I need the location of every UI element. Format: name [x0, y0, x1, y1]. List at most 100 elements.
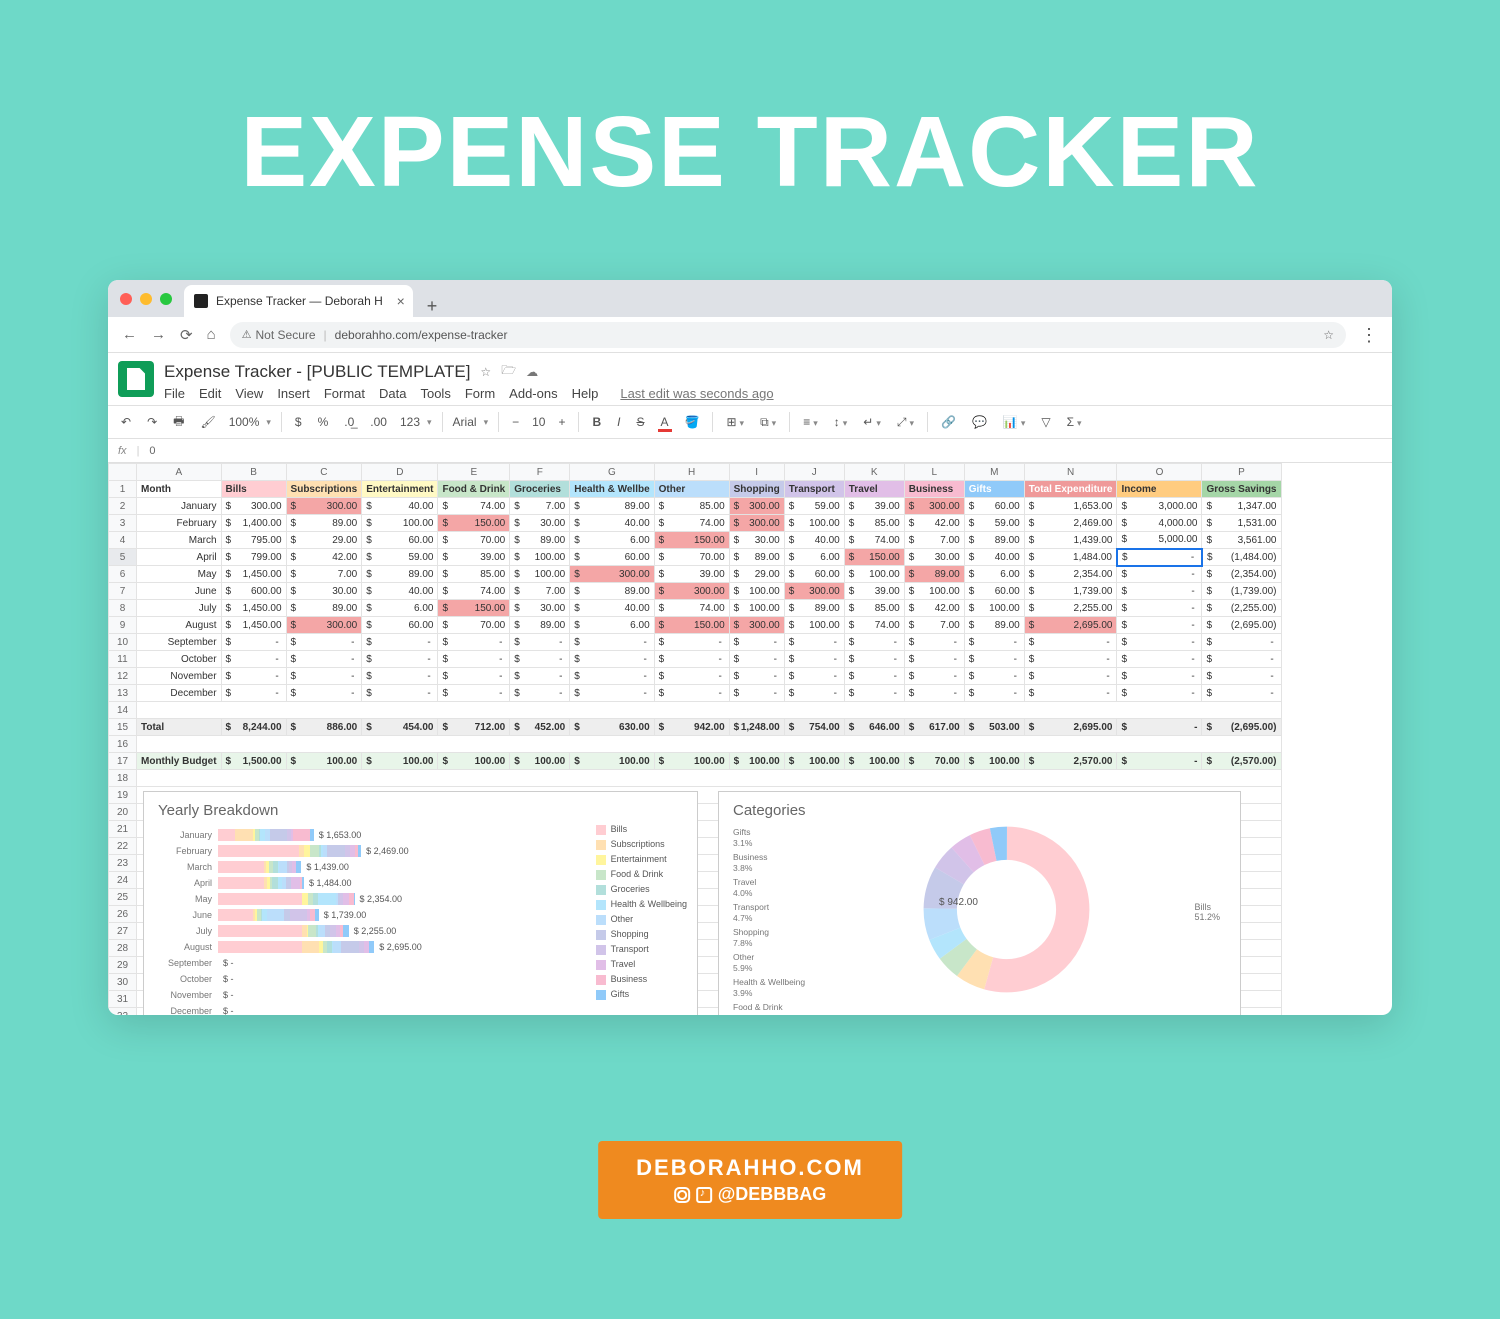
data-cell[interactable]: $ - [221, 685, 286, 702]
row-header[interactable]: 2 [109, 498, 137, 515]
data-cell[interactable]: $30.00 [904, 549, 964, 566]
data-cell[interactable]: $1,450.00 [221, 566, 286, 583]
data-cell[interactable]: $100.00 [510, 566, 570, 583]
font-size-value[interactable]: 10 [532, 415, 545, 429]
header-cell[interactable]: Shopping [729, 481, 784, 498]
yearly-breakdown-chart[interactable]: Yearly Breakdown January$ 1,653.00Februa… [143, 791, 698, 1015]
functions-icon[interactable]: Σ [1064, 413, 1085, 431]
header-cell[interactable]: Gifts [964, 481, 1024, 498]
data-cell[interactable]: $ - [844, 651, 904, 668]
header-cell[interactable]: Travel [844, 481, 904, 498]
month-cell[interactable]: January [137, 498, 222, 515]
formula-value[interactable]: 0 [149, 445, 155, 457]
data-cell[interactable]: $ - [362, 668, 438, 685]
data-cell[interactable]: $ - [510, 668, 570, 685]
data-cell[interactable]: $ - [964, 668, 1024, 685]
col-header[interactable]: K [844, 464, 904, 481]
row-header[interactable]: 6 [109, 566, 137, 583]
data-cell[interactable]: $ - [844, 685, 904, 702]
data-cell[interactable]: $ - [844, 634, 904, 651]
percent-format-button[interactable]: % [315, 413, 332, 431]
data-cell[interactable]: $ - [654, 668, 729, 685]
data-cell[interactable]: $ - [438, 668, 510, 685]
data-cell[interactable]: $ - [286, 634, 362, 651]
col-header[interactable]: C [286, 464, 362, 481]
data-cell[interactable]: $5,000.00 [1117, 532, 1202, 549]
budget-cell[interactable]: $100.00 [362, 753, 438, 770]
col-header[interactable]: N [1024, 464, 1117, 481]
budget-cell[interactable]: $2,570.00 [1024, 753, 1117, 770]
strike-icon[interactable]: S [634, 413, 648, 431]
data-cell[interactable]: $85.00 [844, 515, 904, 532]
data-cell[interactable]: $ - [654, 685, 729, 702]
menu-format[interactable]: Format [324, 386, 365, 401]
budget-cell[interactable]: $1,500.00 [221, 753, 286, 770]
menu-insert[interactable]: Insert [277, 386, 310, 401]
data-cell[interactable]: $100.00 [784, 515, 844, 532]
data-cell[interactable]: $ - [729, 668, 784, 685]
data-cell[interactable]: $39.00 [844, 498, 904, 515]
data-cell[interactable]: $74.00 [844, 532, 904, 549]
data-cell[interactable]: $ - [1117, 549, 1202, 566]
increase-decimal-icon[interactable]: .00 [367, 413, 390, 431]
header-cell[interactable]: Other [654, 481, 729, 498]
data-cell[interactable]: $40.00 [964, 549, 1024, 566]
header-cell[interactable]: Health & Wellbe [570, 481, 654, 498]
data-cell[interactable]: $89.00 [570, 498, 654, 515]
row-header[interactable]: 11 [109, 651, 137, 668]
data-cell[interactable]: $ - [1117, 668, 1202, 685]
data-cell[interactable]: $ - [654, 634, 729, 651]
data-cell[interactable]: $7.00 [904, 617, 964, 634]
budget-cell[interactable]: $100.00 [964, 753, 1024, 770]
data-cell[interactable]: $29.00 [729, 566, 784, 583]
data-cell[interactable]: $ - [729, 634, 784, 651]
data-cell[interactable]: $ - [904, 685, 964, 702]
month-cell[interactable]: August [137, 617, 222, 634]
new-tab-button[interactable]: + [413, 296, 452, 317]
header-cell[interactable]: Business [904, 481, 964, 498]
data-cell[interactable]: $40.00 [362, 498, 438, 515]
menu-view[interactable]: View [235, 386, 263, 401]
filter-icon[interactable]: ▽ [1038, 413, 1053, 431]
data-cell[interactable]: $89.00 [362, 566, 438, 583]
data-cell[interactable]: $ - [1117, 651, 1202, 668]
data-cell[interactable]: $85.00 [844, 600, 904, 617]
col-header[interactable]: A [137, 464, 222, 481]
bold-icon[interactable]: B [589, 413, 604, 431]
data-cell[interactable]: $ - [964, 651, 1024, 668]
budget-cell[interactable]: $100.00 [784, 753, 844, 770]
budget-cell[interactable]: $100.00 [438, 753, 510, 770]
zoom-select[interactable]: 100% [229, 415, 271, 429]
data-cell[interactable]: $ - [510, 651, 570, 668]
url-field[interactable]: Not Secure | deborahho.com/expense-track… [230, 322, 1346, 348]
col-header[interactable]: M [964, 464, 1024, 481]
data-cell[interactable]: $300.00 [729, 515, 784, 532]
data-cell[interactable]: $70.00 [438, 617, 510, 634]
categories-chart[interactable]: Categories Gifts3.1%Business3.8%Travel4.… [718, 791, 1241, 1015]
data-cell[interactable]: $4,000.00 [1117, 515, 1202, 532]
data-cell[interactable]: $ - [510, 634, 570, 651]
col-header[interactable]: O [1117, 464, 1202, 481]
bookmark-star-icon[interactable]: ☆ [1323, 328, 1334, 342]
data-cell[interactable]: $300.00 [570, 566, 654, 583]
data-cell[interactable]: $70.00 [654, 549, 729, 566]
data-cell[interactable]: $42.00 [904, 600, 964, 617]
data-cell[interactable]: $40.00 [784, 532, 844, 549]
chart-insert-icon[interactable]: 📊 [1000, 413, 1028, 431]
data-cell[interactable]: $(1,484.00) [1202, 549, 1281, 566]
month-cell[interactable]: September [137, 634, 222, 651]
data-cell[interactable]: $ - [1202, 668, 1281, 685]
budget-cell[interactable]: $100.00 [510, 753, 570, 770]
data-cell[interactable]: $ - [1024, 651, 1117, 668]
data-cell[interactable]: $30.00 [286, 583, 362, 600]
data-cell[interactable]: $795.00 [221, 532, 286, 549]
data-cell[interactable]: $ - [438, 651, 510, 668]
tab-close-icon[interactable]: × [397, 293, 405, 309]
data-cell[interactable]: $ - [510, 685, 570, 702]
col-header[interactable]: E [438, 464, 510, 481]
row-header[interactable]: 13 [109, 685, 137, 702]
data-cell[interactable]: $ - [1117, 617, 1202, 634]
row-header[interactable]: 4 [109, 532, 137, 549]
row-header[interactable]: 29 [109, 957, 137, 974]
month-cell[interactable]: April [137, 549, 222, 566]
